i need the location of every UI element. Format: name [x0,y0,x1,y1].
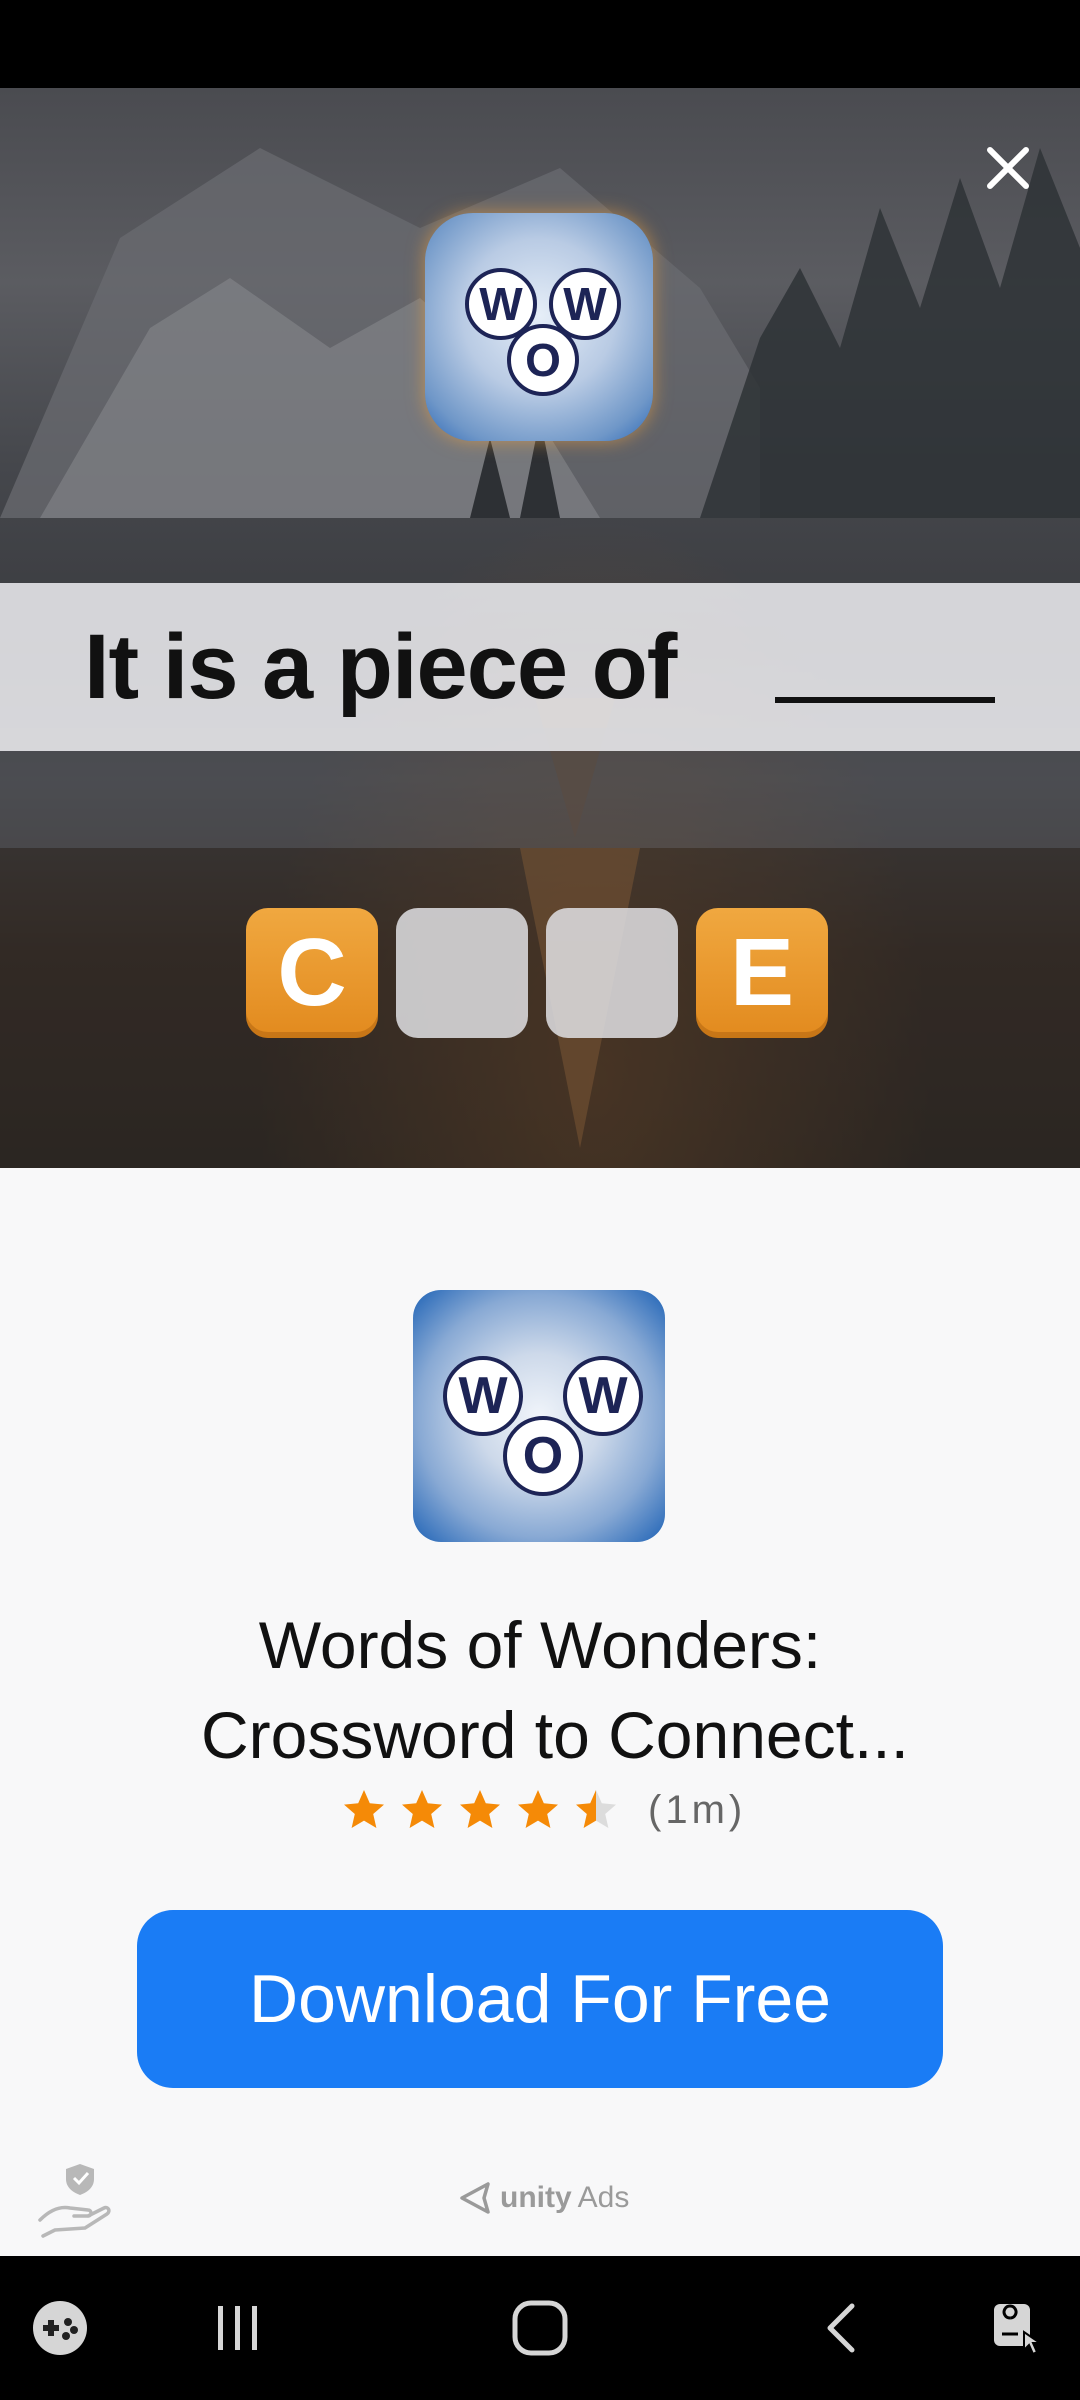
question-blank [775,697,995,703]
app-icon-letter-w-right: W [563,1356,643,1436]
home-icon [512,2300,568,2356]
letter-tile-empty [546,908,678,1038]
app-icon-letter-o: O [503,1416,583,1496]
home-button[interactable] [508,2296,572,2360]
screen-assist-icon [994,2304,1044,2356]
star-icon [518,1790,558,1828]
app-title-line2: Crossword to Connect... [201,1698,909,1772]
back-button[interactable] [810,2296,874,2360]
app-icon[interactable]: W W O [413,1290,665,1542]
letter-tiles: C E [246,908,828,1038]
app-install-card: W W O Words of Wonders: Crossword to Con… [0,1168,1080,2256]
star-icon [402,1790,442,1828]
logo-letter-o: O [507,324,579,396]
download-button[interactable]: Download For Free [137,1910,943,2088]
question-text: It is a piece of [84,615,677,718]
star-icon [344,1790,384,1828]
navigation-bar [0,2256,1080,2400]
privacy-hand-shield-icon [38,2164,111,2238]
unity-brand-suffix: Ads [577,2181,630,2214]
ad-video-area[interactable]: W W O It is a piece of C E [0,88,1080,1168]
close-button[interactable] [976,136,1040,200]
privacy-button[interactable] [34,2158,114,2238]
hero-game-logo: W W O [425,213,653,441]
close-icon [987,147,1029,189]
star-half-icon [576,1790,616,1828]
app-title-line1: Words of Wonders: [258,1608,822,1682]
rating-row: (1m) [340,1786,746,1834]
app-title: Words of Wonders: Crossword to Connect..… [0,1600,1080,1780]
app-icon-letter-w-left: W [443,1356,523,1436]
recents-icon [218,2306,257,2350]
status-bar [0,0,1080,88]
letter-tile-empty [396,908,528,1038]
unity-brand-word: unity [500,2181,572,2214]
star-icon [460,1790,500,1828]
letter-tile: C [246,908,378,1038]
unity-logo-icon [460,2182,490,2214]
recents-button[interactable] [206,2296,270,2360]
game-launcher-icon [33,2301,87,2355]
rating-count: (1m) [648,1787,747,1832]
screen-assist-button[interactable] [986,2296,1050,2360]
game-launcher-button[interactable] [28,2296,92,2360]
letter-tile: E [696,908,828,1038]
back-icon [827,2303,855,2353]
question-band: It is a piece of [0,583,1080,751]
unity-ads-logo: unity Ads [458,2180,629,2216]
